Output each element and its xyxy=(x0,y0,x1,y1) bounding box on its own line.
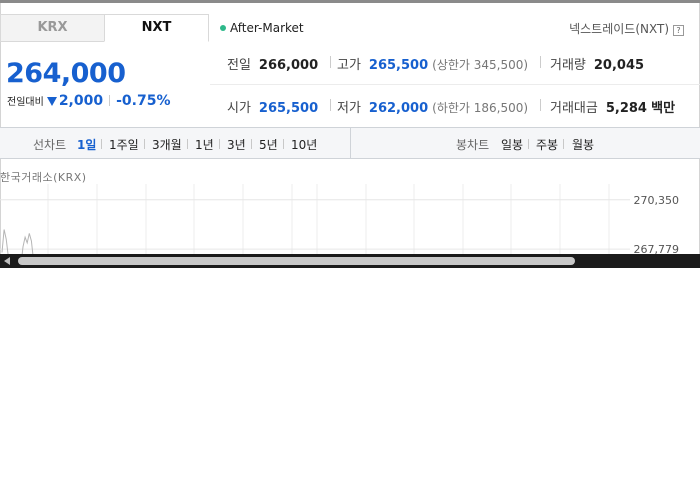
tab-krx[interactable]: KRX xyxy=(0,14,105,42)
lower-limit: (하한가 186,500) xyxy=(432,101,529,115)
price-chart[interactable]: 270,350 267,779 xyxy=(0,184,700,254)
y-tick-label: 267,779 xyxy=(634,243,680,254)
session-dot-icon xyxy=(220,25,226,31)
price-change: 전일대비 2,000 -0.75% xyxy=(7,93,171,109)
divider xyxy=(540,99,541,111)
stat-value: 262,000 xyxy=(368,101,429,116)
stat-open: 시가 265,500 xyxy=(227,97,318,116)
period-1w[interactable]: 1주일 xyxy=(109,136,139,153)
stat-label: 전일 xyxy=(227,58,251,73)
triangle-down-icon xyxy=(46,97,57,106)
stat-label: 고가 xyxy=(337,58,361,73)
candle-weekly[interactable]: 주봉 xyxy=(536,136,558,153)
scroll-thumb[interactable] xyxy=(18,257,575,265)
divider xyxy=(563,139,564,149)
question-icon[interactable]: ? xyxy=(673,25,684,36)
stat-label: 거래량 xyxy=(550,58,586,73)
stat-unit: 백만 xyxy=(651,101,676,116)
stats-divider xyxy=(210,84,700,85)
divider xyxy=(283,139,284,149)
current-price: 264,000 xyxy=(6,58,126,89)
period-1y[interactable]: 1년 xyxy=(195,136,214,153)
period-1d[interactable]: 1일 xyxy=(77,136,96,153)
y-tick-label: 270,350 xyxy=(634,194,680,207)
candle-monthly[interactable]: 월봉 xyxy=(572,136,594,153)
stat-volume: 거래량 20,045 xyxy=(550,54,644,73)
change-amount: 2,000 xyxy=(58,93,104,109)
period-3m[interactable]: 3개월 xyxy=(152,136,182,153)
candle-daily[interactable]: 일봉 xyxy=(501,136,523,153)
candle-chart-label: 봉차트 xyxy=(456,138,490,152)
chart-period-bar: 선차트 1일 1주일 3개월 1년 3년 5년 10년 봉차트 일봉 주봉 월봉 xyxy=(0,127,700,159)
period-3y[interactable]: 3년 xyxy=(227,136,246,153)
stat-label: 시가 xyxy=(227,101,251,116)
divider xyxy=(540,56,541,68)
chart-grid-horizontal xyxy=(0,199,630,250)
period-5y[interactable]: 5년 xyxy=(259,136,278,153)
session-status: After-Market xyxy=(220,21,304,35)
session-label: After-Market xyxy=(230,21,304,35)
exchange-name: 넥스트레이드(NXT) xyxy=(569,22,669,36)
price-line xyxy=(1,229,34,254)
divider xyxy=(330,99,331,111)
chart-grid-vertical xyxy=(47,184,610,254)
divider xyxy=(350,128,351,158)
stat-value: 266,000 xyxy=(258,58,319,73)
chart-y-ticks: 270,350 267,779 xyxy=(634,194,680,254)
divider xyxy=(144,139,145,149)
change-percent: -0.75% xyxy=(116,93,171,109)
divider xyxy=(330,56,331,68)
stat-trade-value: 거래대금 5,284 백만 xyxy=(550,97,675,116)
divider xyxy=(251,139,252,149)
chart-lines xyxy=(1,229,34,254)
stat-low: 저가 262,000 (하한가 186,500) xyxy=(337,97,528,116)
divider xyxy=(528,139,529,149)
stat-value: 20,045 xyxy=(593,58,645,73)
stat-high: 고가 265,500 (상한가 345,500) xyxy=(337,54,528,73)
change-label: 전일대비 xyxy=(7,97,44,108)
stat-value: 265,500 xyxy=(258,101,319,116)
chart-scrollbar[interactable] xyxy=(0,254,700,268)
stat-label: 거래대금 xyxy=(550,101,598,116)
stat-value: 265,500 xyxy=(368,58,429,73)
line-chart-label: 선차트 xyxy=(33,138,67,152)
period-10y[interactable]: 10년 xyxy=(291,136,317,153)
scroll-left-arrow-icon[interactable] xyxy=(4,257,10,265)
upper-limit: (상한가 345,500) xyxy=(432,58,529,72)
stat-prev-close: 전일 266,000 xyxy=(227,54,318,73)
divider xyxy=(109,95,111,106)
exchange-help[interactable]: 넥스트레이드(NXT)? xyxy=(569,20,684,37)
divider xyxy=(219,139,220,149)
stat-value: 5,284 xyxy=(605,101,647,116)
divider xyxy=(101,139,102,149)
stat-label: 저가 xyxy=(337,101,361,116)
divider xyxy=(187,139,188,149)
chart-source: 한국거래소(KRX) xyxy=(0,171,87,184)
tab-nxt[interactable]: NXT xyxy=(104,14,209,42)
